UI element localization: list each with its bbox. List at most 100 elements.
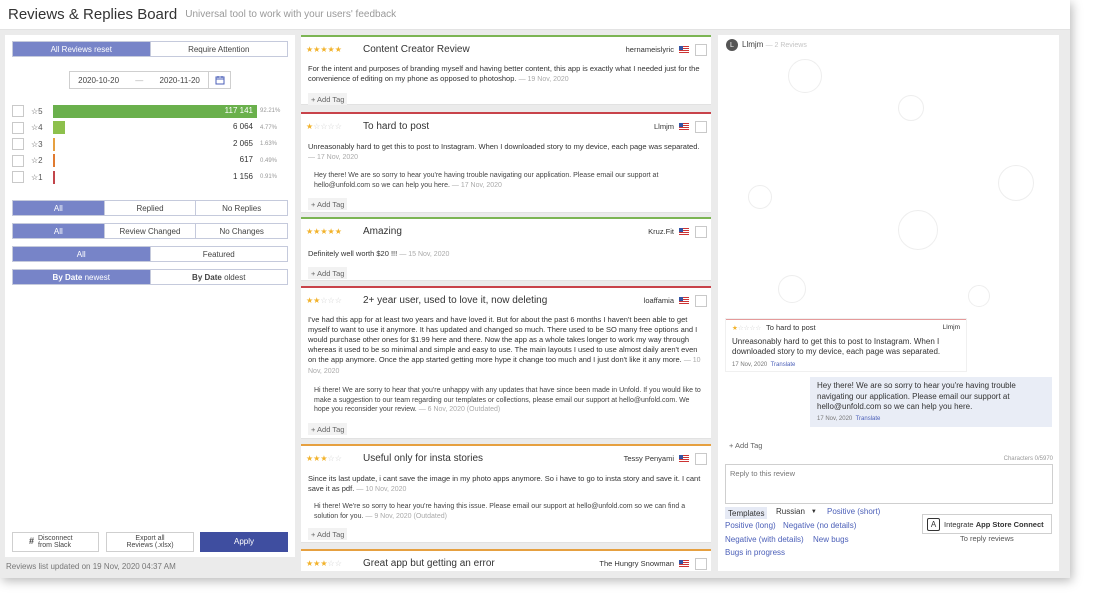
template-new-bugs[interactable]: New bugs — [813, 535, 849, 544]
review-author: loaffamia — [643, 296, 674, 305]
rating-percent: 92.21% — [260, 108, 281, 114]
rating-bar-fill — [53, 170, 55, 184]
templates-button[interactable]: Templates — [725, 507, 768, 519]
review-title: To hard to post — [363, 121, 430, 132]
rating-label: ☆3 — [31, 139, 43, 149]
translate-link[interactable]: Translate — [856, 416, 881, 422]
us-flag-icon — [679, 123, 689, 130]
review-author: Tessy Penyami — [623, 454, 674, 463]
add-tag-button[interactable]: + Add Tag — [308, 423, 348, 435]
review-text: Unreasonably hard to get this to post to… — [308, 142, 700, 161]
review-text: I've had this app for at least two years… — [308, 315, 701, 375]
reply-filter-all[interactable]: All — [13, 201, 104, 215]
translate-link[interactable]: Translate — [771, 362, 796, 368]
review-checkbox[interactable] — [695, 43, 707, 56]
app-window: Reviews & Replies Board Universal tool t… — [0, 0, 1070, 578]
date-to[interactable]: 2020-11-20 — [160, 76, 200, 85]
rating-count: 117 141 — [224, 105, 253, 115]
slack-icon: # — [28, 536, 34, 547]
rating-checkbox[interactable] — [12, 138, 24, 150]
detail-review-author: Llmjm — [942, 324, 960, 331]
tab-require-attention[interactable]: Require Attention — [149, 42, 288, 56]
change-filter-no-changes[interactable]: No Changes — [195, 224, 287, 238]
filters-panel: All Reviews reset Require Attention 2020… — [5, 35, 295, 557]
pattern-icon — [898, 95, 924, 121]
add-tag-button[interactable]: + Add Tag — [308, 93, 348, 105]
change-filter-review-changed[interactable]: Review Changed — [103, 224, 196, 238]
detail-review-count: — 2 Reviews — [765, 42, 807, 49]
date-from[interactable]: 2020-10-20 — [78, 76, 119, 85]
template-negative-no-details[interactable]: Negative (no details) — [783, 521, 856, 530]
change-filter-all[interactable]: All — [13, 224, 104, 238]
integrate-app-store-button[interactable]: A Integrate App Store Connect — [922, 514, 1052, 534]
featured-filter-all[interactable]: All — [13, 247, 150, 261]
review-tabs: All Reviews reset Require Attention — [12, 41, 288, 57]
review-title: Useful only for insta stories — [363, 453, 484, 464]
review-card[interactable]: ★★★★★ Amazing Kruz.Fit Definitely well wor… — [301, 217, 711, 281]
characters-counter: Characters 0/5970 — [1003, 456, 1053, 462]
rating-checkbox[interactable] — [12, 121, 24, 134]
reply-filter-replied[interactable]: Replied — [103, 201, 196, 215]
us-flag-icon — [679, 560, 689, 567]
add-tag-button[interactable]: + Add Tag — [308, 198, 348, 210]
date-range[interactable]: 2020-10-20 — 2020-11-20 — [69, 71, 209, 89]
add-tag-button[interactable]: + Add Tag — [308, 267, 348, 279]
template-negative-with-details[interactable]: Negative (with details) — [725, 535, 804, 544]
sort-oldest[interactable]: By Date oldest — [149, 270, 288, 284]
rating-checkbox[interactable] — [12, 105, 24, 117]
rating-bar-fill — [53, 154, 55, 167]
add-tag-button[interactable]: + Add Tag — [308, 528, 348, 540]
rating-filter-row[interactable]: ☆3 2 065 1.63% — [12, 137, 288, 151]
review-checkbox[interactable] — [695, 294, 707, 307]
tab-all-reviews[interactable]: All Reviews reset — [13, 42, 150, 56]
detail-user: Llmjm — [742, 40, 764, 49]
reply-input[interactable]: Reply to this review — [725, 464, 1053, 504]
reply-text: Hey there! We are so sorry to hear you'r… — [314, 172, 659, 189]
rating-stars: ★★☆☆☆ — [306, 296, 342, 305]
pattern-icon — [898, 210, 938, 250]
updated-status: Reviews list updated on 19 Nov, 2020 04:… — [6, 562, 176, 571]
add-tag-button[interactable]: + Add Tag — [726, 439, 765, 451]
review-checkbox[interactable] — [695, 452, 707, 465]
template-positive-short[interactable]: Positive (short) — [827, 507, 880, 516]
rating-checkbox[interactable] — [12, 154, 24, 167]
rating-percent: 0.91% — [260, 174, 278, 180]
rating-bar-fill — [53, 137, 56, 151]
rating-label: ☆4 — [31, 123, 43, 132]
pattern-icon — [968, 285, 990, 307]
calendar-icon[interactable] — [209, 71, 231, 89]
reply-filter-no-replies[interactable]: No Replies — [195, 201, 287, 215]
rating-filter-row[interactable]: ☆4 6 064 4.77% — [12, 121, 288, 135]
export-button[interactable]: Export all Reviews (.xlsx) — [106, 532, 194, 552]
sort-newest[interactable]: By Date newest — [13, 270, 150, 284]
language-select[interactable]: Russian ▼ — [776, 507, 817, 516]
change-filter: All Review Changed No Changes — [12, 223, 288, 239]
featured-filter-featured[interactable]: Featured — [149, 247, 288, 261]
template-positive-long[interactable]: Positive (long) — [725, 521, 776, 530]
pattern-icon — [748, 185, 772, 209]
chevron-down-icon: ▼ — [810, 508, 817, 515]
review-text: Since its last update, i cant save the i… — [308, 474, 701, 493]
review-card[interactable]: ★★★☆☆ Useful only for insta stories Tessy … — [301, 444, 711, 543]
review-checkbox[interactable] — [695, 225, 707, 238]
rating-checkbox[interactable] — [12, 171, 24, 183]
review-card[interactable]: ★★☆☆☆ 2+ year user, used to love it, now … — [301, 286, 711, 439]
reviews-list: ★★★★★ Content Creator Review hernameislyri… — [301, 35, 711, 571]
review-title: 2+ year user, used to love it, now delet… — [363, 295, 548, 306]
review-card[interactable]: ★★★☆☆ Great app but getting an error The H… — [301, 549, 711, 571]
rating-filter-row[interactable]: ☆1 1 156 0.91% — [12, 170, 288, 184]
review-checkbox[interactable] — [695, 120, 707, 133]
review-card[interactable]: ★★★★★ Content Creator Review hernameislyri… — [301, 35, 711, 105]
apply-button[interactable]: Apply — [200, 532, 288, 552]
rating-bar-fill — [53, 121, 66, 134]
us-flag-icon — [679, 228, 689, 235]
detail-reply-text: Hey there! We are so sorry to hear you'r… — [817, 381, 1016, 411]
template-bugs-in-progress[interactable]: Bugs in progress — [725, 548, 785, 557]
review-card[interactable]: ★☆☆☆☆ To hard to post Llmjm Unreasonably h… — [301, 112, 711, 213]
disconnect-slack-button[interactable]: # Disconnect from Slack — [12, 532, 99, 552]
rating-filter-row[interactable]: ☆5 117 141 92.21% — [12, 104, 288, 118]
review-checkbox[interactable] — [695, 557, 707, 570]
featured-filter: All Featured — [12, 246, 288, 262]
rating-bar: 6 064 — [53, 121, 257, 134]
rating-filter-row[interactable]: ☆2 617 0.49% — [12, 154, 288, 168]
